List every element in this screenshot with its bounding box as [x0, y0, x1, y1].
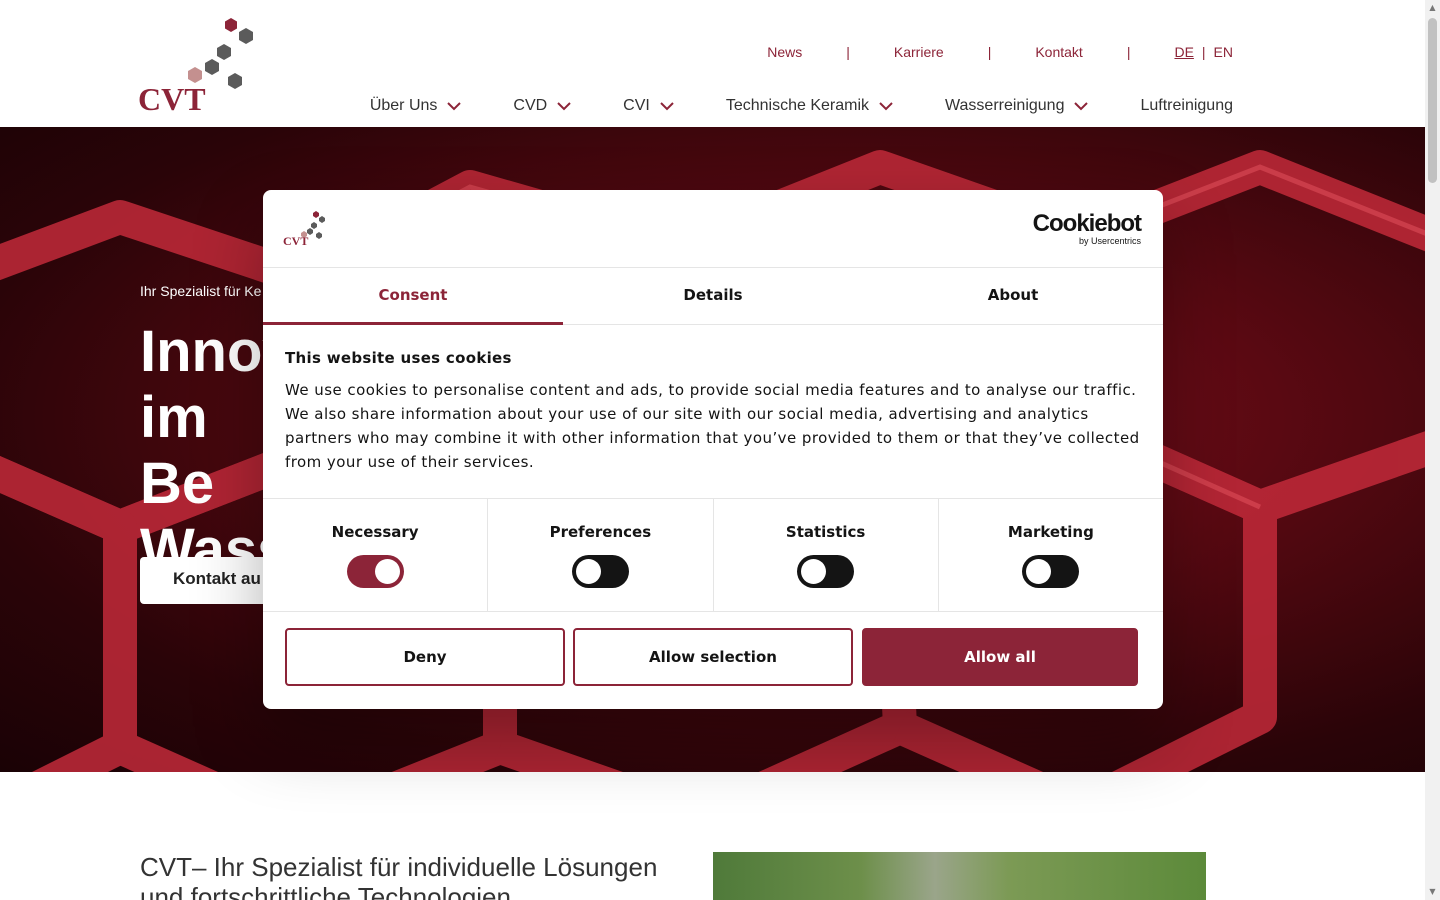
- nav-ueber-uns[interactable]: Über Uns: [370, 97, 462, 115]
- cookiebot-wordmark: Cookiebot: [1032, 210, 1142, 237]
- necessary-toggle[interactable]: [346, 555, 404, 588]
- nav-label: Wasserreinigung: [945, 97, 1065, 114]
- nav-separator: |: [987, 44, 992, 60]
- marketing-toggle[interactable]: [1022, 555, 1080, 588]
- dialog-body: This website uses cookies We use cookies…: [263, 325, 1163, 499]
- nav-news[interactable]: News: [767, 44, 802, 60]
- main-nav: Über Uns CVD CVI Technische Keramik Wass…: [370, 97, 1233, 115]
- toggle-knob: [374, 559, 400, 584]
- cookiebot-byline: by Usercentrics: [1078, 236, 1141, 246]
- cvt-logo: CVT: [283, 211, 325, 246]
- statistics-toggle[interactable]: [797, 555, 855, 588]
- allow-selection-button[interactable]: Allow selection: [573, 628, 853, 686]
- lang-de[interactable]: DE: [1174, 44, 1193, 60]
- hero-subtitle: Ihr Spezialist für Ke: [140, 283, 262, 299]
- logo-hex: [311, 222, 317, 229]
- chevron-down-icon: [660, 101, 674, 110]
- preferences-toggle[interactable]: [571, 555, 629, 588]
- category-preferences: Preferences: [488, 499, 714, 611]
- dialog-header: CVT Cookiebot by Usercentrics: [263, 190, 1163, 268]
- site-header: CVT News | Karriere | Kontakt | DE | EN …: [0, 0, 1425, 127]
- intro-heading: CVT– Ihr Spezialist für individuelle Lös…: [140, 852, 658, 900]
- nav-luftreinigung[interactable]: Luftreinigung: [1140, 97, 1233, 115]
- nav-separator: |: [846, 44, 850, 60]
- nav-label: Luftreinigung: [1140, 97, 1233, 114]
- nav-label: Über Uns: [369, 97, 438, 114]
- tab-about[interactable]: About: [863, 268, 1163, 324]
- logo-wordmark: CVT: [138, 81, 206, 112]
- chevron-down-icon: [879, 101, 893, 110]
- hero-title: Innov im Be Wass: [140, 319, 280, 582]
- nav-label: Technische Keramik: [725, 97, 870, 114]
- nav-separator: |: [1126, 44, 1131, 60]
- toggle-knob: [801, 559, 827, 584]
- logo-wordmark: CVT: [283, 234, 308, 246]
- scroll-up-arrow-icon[interactable]: ▲: [1428, 3, 1437, 13]
- nav-kontakt[interactable]: Kontakt: [1035, 44, 1082, 60]
- chevron-down-icon: [447, 101, 462, 110]
- tab-consent[interactable]: Consent: [263, 268, 563, 325]
- lang-en[interactable]: EN: [1214, 44, 1233, 60]
- cookie-categories: Necessary Preferences Statistics Marketi…: [263, 499, 1163, 612]
- logo-hex: [228, 73, 242, 89]
- scroll-thumb[interactable]: [1428, 18, 1437, 183]
- logo-hex: [217, 44, 231, 60]
- category-necessary: Necessary: [263, 499, 489, 611]
- logo-hex: [239, 28, 253, 44]
- logo-hex: [316, 232, 322, 239]
- nav-cvd[interactable]: CVD: [513, 97, 571, 115]
- dialog-title: This website uses cookies: [285, 349, 512, 367]
- category-label: Marketing: [1007, 523, 1094, 541]
- cvt-logo[interactable]: CVT: [138, 16, 258, 112]
- nav-cvi[interactable]: CVI: [623, 97, 674, 115]
- category-label: Necessary: [331, 523, 419, 541]
- toggle-knob: [575, 559, 601, 584]
- logo-hex: [313, 211, 319, 218]
- chevron-down-icon: [557, 101, 571, 110]
- aerial-photo: [713, 852, 1206, 900]
- nav-wasserreinigung[interactable]: Wasserreinigung: [945, 97, 1089, 115]
- chevron-down-icon: [1074, 101, 1089, 110]
- dialog-actions: Deny Allow selection Allow all: [263, 612, 1163, 686]
- allow-all-button[interactable]: Allow all: [862, 628, 1138, 686]
- tab-details[interactable]: Details: [563, 268, 863, 324]
- page-scrollbar[interactable]: ▲ ▼: [1425, 0, 1440, 900]
- toggle-knob: [1026, 559, 1052, 584]
- category-marketing: Marketing: [939, 499, 1163, 611]
- logo-hex: [205, 59, 219, 75]
- category-statistics: Statistics: [714, 499, 939, 611]
- dialog-tabs: Consent Details About: [263, 268, 1163, 325]
- cookiebot-logo[interactable]: Cookiebot by Usercentrics: [1032, 210, 1142, 247]
- dialog-description: We use cookies to personalise content an…: [285, 381, 1140, 471]
- deny-button[interactable]: Deny: [285, 628, 565, 686]
- lang-separator: |: [1201, 44, 1206, 60]
- cookie-consent-dialog: CVT Cookiebot by Usercentrics Consent De…: [263, 190, 1163, 709]
- logo-hex: [225, 18, 237, 32]
- top-nav: News | Karriere | Kontakt | DE | EN: [767, 44, 1233, 60]
- nav-label: CVI: [623, 97, 650, 114]
- nav-technische-keramik[interactable]: Technische Keramik: [726, 97, 893, 115]
- category-label: Statistics: [785, 523, 866, 541]
- nav-label: CVD: [513, 97, 548, 114]
- scroll-down-arrow-icon[interactable]: ▼: [1428, 887, 1437, 897]
- category-label: Preferences: [549, 523, 652, 541]
- nav-karriere[interactable]: Karriere: [894, 44, 944, 60]
- logo-hex: [319, 216, 325, 223]
